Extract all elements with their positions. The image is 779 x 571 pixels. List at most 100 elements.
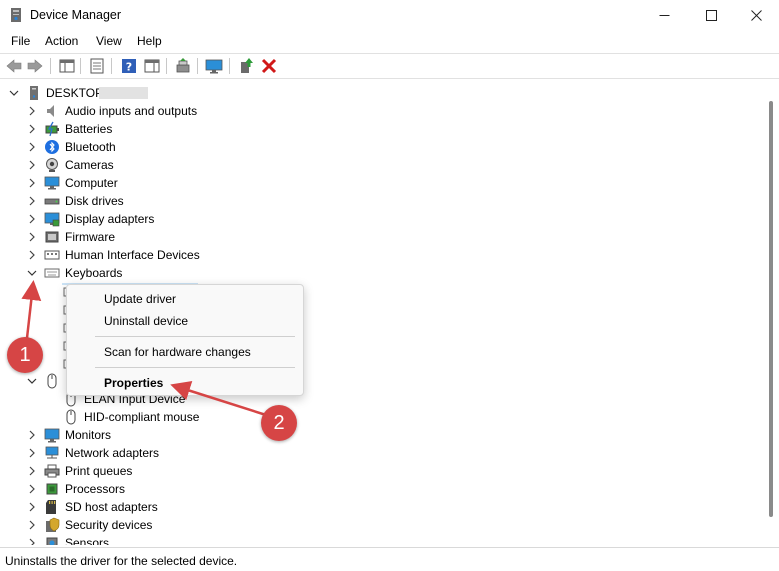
tree-device-hid-mouse[interactable]: HID-compliant mouse [0, 408, 740, 426]
chevron-right-icon[interactable] [26, 140, 38, 154]
category-label: Processors [65, 482, 126, 496]
device-label: HID-compliant mouse [84, 410, 200, 424]
chevron-right-icon[interactable] [26, 212, 38, 226]
menu-help[interactable]: Help [137, 34, 162, 48]
speaker-icon [47, 105, 54, 117]
tree-category-sd-host-adapters[interactable]: SD host adapters [0, 498, 740, 516]
category-label: Security devices [65, 518, 153, 532]
camera-icon [46, 158, 58, 172]
tree-category-keyboards[interactable]: Keyboards [0, 264, 740, 282]
chevron-right-icon[interactable] [26, 536, 38, 545]
hid-icon [44, 250, 60, 260]
svg-text:?: ? [126, 61, 132, 74]
status-text: Uninstalls the driver for the selected d… [5, 554, 238, 568]
chevron-right-icon[interactable] [26, 248, 38, 262]
chevron-right-icon[interactable] [26, 176, 38, 190]
menu-properties[interactable]: Properties [104, 376, 163, 390]
show-hide-tree-icon[interactable] [58, 57, 76, 75]
context-menu: Update driver Uninstall device Scan for … [66, 284, 304, 396]
menu-scan-hardware[interactable]: Scan for hardware changes [104, 345, 251, 359]
tree-category-human-interface-devices[interactable]: Human Interface Devices [0, 246, 740, 264]
toolbar-separator [229, 58, 230, 74]
chevron-right-icon[interactable] [26, 464, 38, 478]
toolbar-separator [166, 58, 167, 74]
menu-file[interactable]: File [11, 34, 30, 48]
menu-uninstall-device[interactable]: Uninstall device [104, 314, 188, 328]
chevron-right-icon[interactable] [26, 194, 38, 208]
tree-category-monitors[interactable]: Monitors [0, 426, 740, 444]
chevron-right-icon[interactable] [26, 158, 38, 172]
menu-view[interactable]: View [96, 34, 122, 48]
chevron-down-icon[interactable] [26, 374, 38, 388]
back-arrow-icon[interactable] [5, 57, 23, 75]
mouse-icon [47, 373, 57, 389]
disk-drive-icon [44, 198, 60, 205]
category-label: Bluetooth [65, 140, 116, 154]
chevron-right-icon[interactable] [26, 446, 38, 460]
tree-category-network-adapters[interactable]: Network adapters [0, 444, 740, 462]
category-label: Human Interface Devices [65, 248, 200, 262]
category-label: Print queues [65, 464, 133, 478]
monitor-icon [44, 428, 60, 443]
category-label: Audio inputs and outputs [65, 104, 198, 118]
tree-category-firmware[interactable]: Firmware [0, 228, 740, 246]
scan-hardware-icon[interactable] [174, 57, 192, 75]
chevron-right-icon[interactable] [26, 104, 38, 118]
chevron-right-icon[interactable] [26, 230, 38, 244]
tree-category-computer[interactable]: Computer [0, 174, 740, 192]
tree-category-audio-inputs-and-outputs[interactable]: Audio inputs and outputs [0, 102, 740, 120]
forward-arrow-icon[interactable] [26, 57, 44, 75]
close-button[interactable] [733, 0, 779, 30]
maximize-button[interactable] [688, 0, 734, 30]
chevron-right-icon[interactable] [26, 518, 38, 532]
display-adapter-icon [44, 212, 60, 227]
menu-action[interactable]: Action [45, 34, 78, 48]
chevron-down-icon[interactable] [8, 86, 20, 100]
chevron-right-icon[interactable] [26, 482, 38, 496]
chevron-right-icon[interactable] [26, 122, 38, 136]
maximize-icon [705, 9, 717, 21]
tree-category-disk-drives[interactable]: Disk drives [0, 192, 740, 210]
tree-category-cameras[interactable]: Cameras [0, 156, 740, 174]
tree-category-sensors[interactable]: Sensors [0, 534, 740, 545]
uninstall-x-icon[interactable] [260, 57, 278, 75]
printer-icon [44, 464, 60, 478]
minimize-button[interactable] [641, 0, 687, 30]
category-label: Firmware [65, 230, 115, 244]
help-icon[interactable]: ? [120, 57, 138, 75]
network-icon [45, 446, 59, 459]
menu-update-driver[interactable]: Update driver [104, 292, 176, 306]
annotation-badge-1: 1 [7, 337, 43, 373]
chevron-right-icon[interactable] [26, 428, 38, 442]
computer-icon [30, 86, 38, 100]
category-label: SD host adapters [65, 500, 158, 514]
chevron-right-icon[interactable] [26, 500, 38, 514]
tree-category-print-queues[interactable]: Print queues [0, 462, 740, 480]
category-label: Computer [65, 176, 118, 190]
tree-category-bluetooth[interactable]: Bluetooth [0, 138, 740, 156]
menu-separator [95, 367, 295, 368]
chevron-down-icon[interactable] [26, 266, 38, 280]
scrollbar-thumb[interactable] [769, 101, 773, 517]
toolbar-separator [50, 58, 51, 74]
tree-category-processors[interactable]: Processors [0, 480, 740, 498]
update-driver-icon[interactable] [237, 57, 255, 75]
device-manager-icon [11, 8, 21, 22]
tree-category-security-devices[interactable]: Security devices [0, 516, 740, 534]
category-label: Sensors [65, 536, 110, 545]
minimize-icon [659, 14, 669, 16]
tree-category-batteries[interactable]: Batteries [0, 120, 740, 138]
tree-category-display-adapters[interactable]: Display adapters [0, 210, 740, 228]
action-pane-icon[interactable] [143, 57, 161, 75]
category-label: Batteries [65, 122, 113, 136]
processor-icon [46, 483, 58, 495]
vertical-scrollbar[interactable] [764, 81, 779, 545]
mouse-icon [66, 409, 76, 425]
category-label: Monitors [65, 428, 112, 442]
computer-icon [44, 176, 60, 190]
redacted-name [99, 87, 148, 99]
monitor-icon[interactable] [205, 57, 223, 75]
category-label: Network adapters [65, 446, 160, 460]
tree-root-computer[interactable]: DESKTOP- [0, 84, 740, 102]
properties-sheet-icon[interactable] [88, 57, 106, 75]
